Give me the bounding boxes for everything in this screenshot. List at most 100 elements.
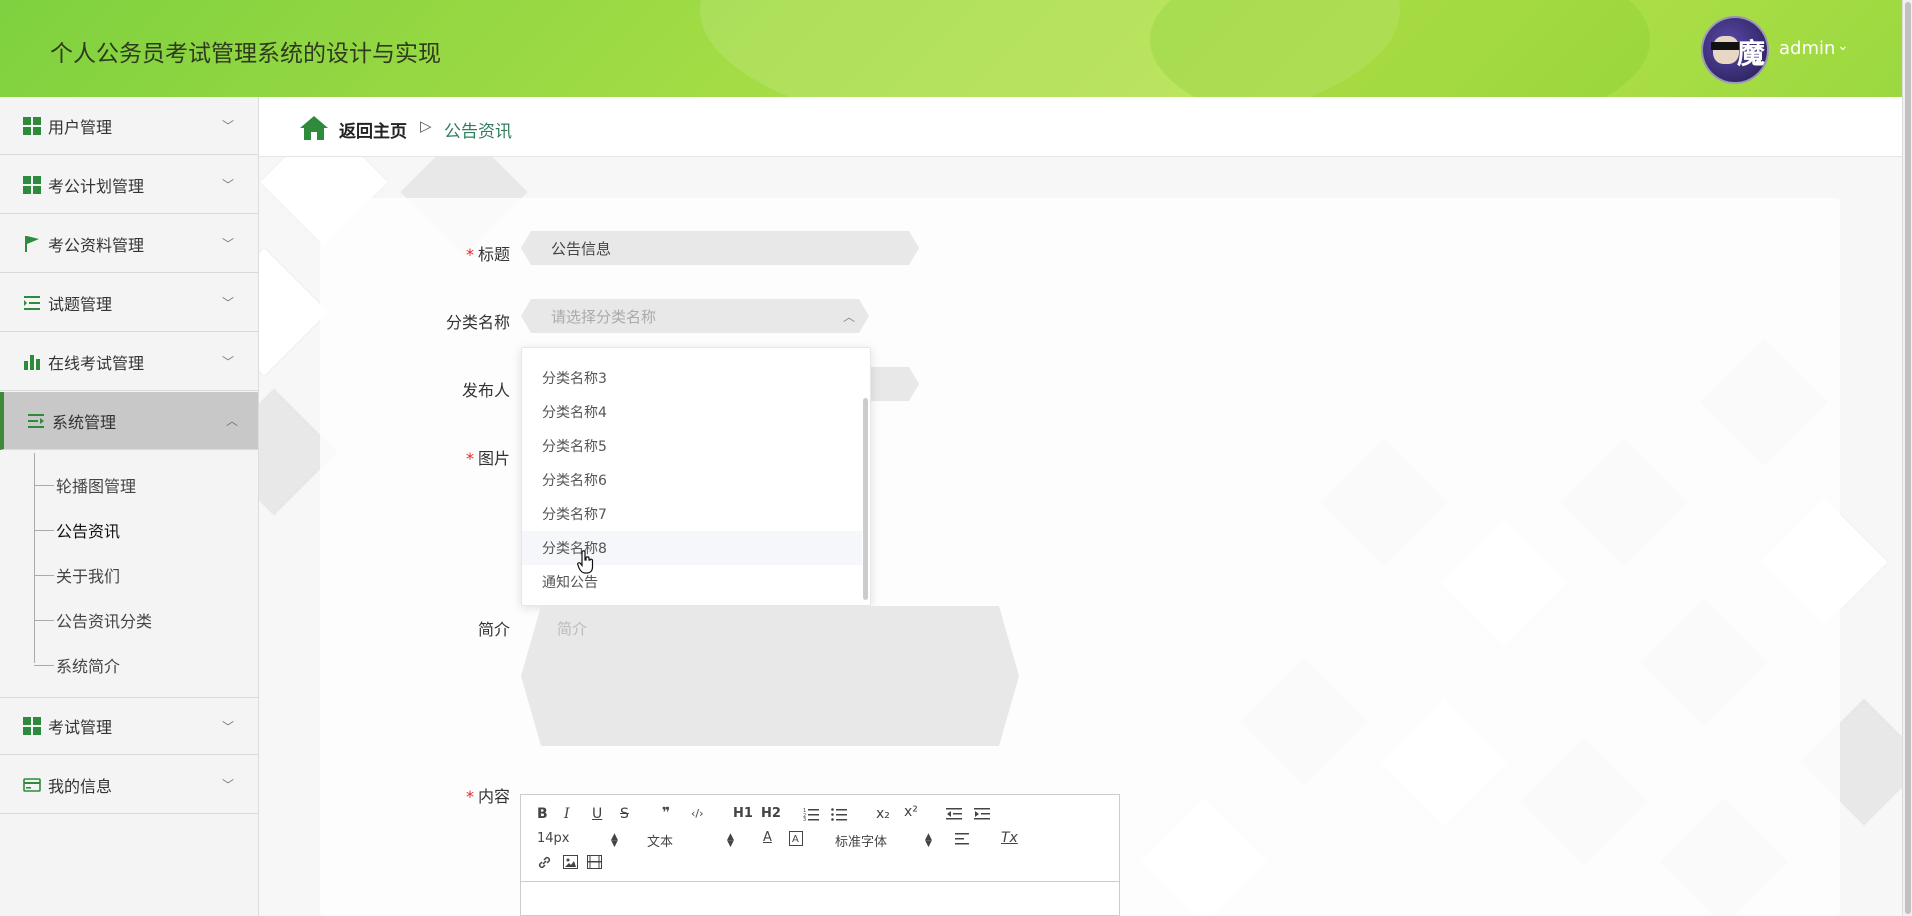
chevron-down-icon: ﹀ [222,178,235,192]
sidebar-item-exam-management[interactable]: 考试管理 ﹀ [0,697,258,755]
avatar-face [1713,36,1739,64]
blockquote-button[interactable]: ❞ [662,804,670,822]
app-title: 个人公务员考试管理系统的设计与实现 [50,41,441,67]
submenu-item-system-intro[interactable]: 系统简介 [34,645,120,685]
intro-label: 简介 [477,620,510,639]
underline-button[interactable]: U [592,805,602,823]
home-icon[interactable] [299,115,329,141]
sidebar-item-online-exam[interactable]: 在线考试管理 ﹀ [0,333,258,391]
submenu-label: 系统简介 [56,657,121,676]
sidebar: 用户管理 ﹀ 考公计划管理 ﹀ 考公资料管理 ﹀ 试题管理 ﹀ 在线考试管理 ﹀… [0,97,259,916]
grid-icon [23,717,41,735]
category-dropdown: 分类名称3 分类名称4 分类名称5 分类名称6 分类名称7 分类名称8 通知公告 [521,347,871,606]
indent-icon[interactable] [974,807,990,821]
dropdown-option[interactable]: 分类名称5 [522,429,862,463]
clear-format-button[interactable]: Tx [1001,829,1018,847]
image-label: * 图片 [465,449,510,468]
ordered-list-icon[interactable]: 123 [803,807,819,821]
chevron-up-icon: ︿ [226,414,239,428]
heading1-button[interactable]: H1 [733,805,753,823]
bold-button[interactable]: B [537,805,548,823]
dropdown-scrollbar[interactable] [863,398,868,600]
bullet-list-icon[interactable] [831,807,847,821]
breadcrumb: 返回主页 ▷ 公告资讯 [259,97,1902,157]
background-color-icon[interactable]: A [789,831,803,846]
submenu-item-about-us[interactable]: 关于我们 [34,555,120,595]
sidebar-item-label: 我的信息 [48,776,113,796]
flag-icon [25,235,39,252]
dropdown-option[interactable]: 分类名称7 [522,497,862,531]
sidebar-item-system-management[interactable]: 系统管理 ︿ [0,392,258,450]
title-input[interactable]: 公告信息 [521,231,919,265]
chevron-up-icon: ︿ [842,309,855,324]
dropdown-option-hovered[interactable]: 分类名称8 [522,531,862,565]
superscript-button[interactable]: x² [904,803,918,821]
link-icon[interactable] [537,855,552,870]
title-label: * 标题 [465,245,510,264]
list-indent-icon [24,295,40,310]
avatar[interactable]: 魔 [1701,16,1769,84]
hand-cursor-icon [577,550,594,574]
svg-text:A: A [792,834,799,845]
sidebar-item-label: 用户管理 [48,117,113,137]
publisher-label: 发布人 [461,381,510,400]
bar-chart-icon [24,354,40,370]
user-menu-name[interactable]: admin [1779,38,1835,59]
page-scrollbar[interactable] [1902,0,1912,916]
scrollbar-thumb[interactable] [1905,2,1911,914]
strike-button[interactable]: S [620,805,629,823]
svg-text:3: 3 [803,817,806,821]
sidebar-item-materials[interactable]: 考公资料管理 ﹀ [0,215,258,273]
card-icon [23,777,41,792]
submenu-item-announcement-category[interactable]: 公告资讯分类 [34,600,152,640]
breadcrumb-separator: ▷ [420,117,432,135]
dropdown-option[interactable]: 通知公告 [522,565,862,599]
grid-icon [23,175,41,194]
submenu-label: 关于我们 [56,567,121,586]
category-label: 分类名称 [445,313,510,332]
rich-text-editor: B I U S ❞ ‹/› H1 H2 123 x₂ x² 14px ▲ ▼ 文本 ▲… [520,794,1120,916]
chevron-down-icon: ﹀ [222,237,235,251]
dropdown-option[interactable]: 分类名称4 [522,395,862,429]
subscript-button[interactable]: x₂ [876,805,890,823]
sidebar-item-user-management[interactable]: 用户管理 ﹀ [0,97,258,155]
heading2-button[interactable]: H2 [761,805,781,823]
category-select[interactable]: 请选择分类名称 ︿ [521,299,869,333]
sidebar-item-label: 考公资料管理 [48,235,145,255]
header-decoration [1150,0,1650,97]
code-button[interactable]: ‹/› [691,805,704,823]
sidebar-item-label: 系统管理 [52,412,117,432]
sidebar-item-label: 试题管理 [48,294,113,314]
category-select-placeholder: 请选择分类名称 [551,307,657,326]
submenu-label: 轮播图管理 [56,477,137,496]
sidebar-item-exam-plan[interactable]: 考公计划管理 ﹀ [0,156,258,214]
grid-icon [23,116,41,135]
sidebar-item-my-info[interactable]: 我的信息 ﹀ [0,756,258,814]
outdent-icon[interactable] [946,807,962,821]
submenu-item-announcements[interactable]: 公告资讯 [34,510,120,550]
submenu-label: 公告资讯分类 [56,612,153,631]
editor-toolbar: B I U S ❞ ‹/› H1 H2 123 x₂ x² 14px ▲ ▼ 文本 ▲… [521,795,1119,882]
submenu-item-carousel[interactable]: 轮播图管理 [34,465,136,505]
dropdown-option[interactable]: 分类名称3 [522,361,862,395]
font-family-select[interactable]: 标准字体 ▲ ▼ [835,831,935,851]
breadcrumb-home-link[interactable]: 返回主页 [339,117,407,142]
breadcrumb-current: 公告资讯 [444,122,512,142]
dropdown-option[interactable]: 分类名称6 [522,463,862,497]
chevron-down-icon[interactable]: ⌄ [1837,38,1849,54]
font-color-button[interactable]: A [763,829,772,847]
italic-button[interactable]: I [564,805,570,823]
chevron-down-icon: ﹀ [222,296,235,310]
image-icon[interactable] [563,855,578,869]
video-icon[interactable] [587,855,602,869]
text-type-select[interactable]: 文本 ▲ ▼ [647,831,735,851]
align-icon[interactable] [955,832,971,846]
font-size-select[interactable]: 14px ▲ ▼ [537,831,625,849]
sidebar-item-questions[interactable]: 试题管理 ﹀ [0,274,258,332]
sidebar-item-label: 在线考试管理 [48,353,145,373]
chevron-down-icon: ﹀ [222,719,235,734]
chevron-down-icon: ﹀ [222,355,235,369]
intro-textarea[interactable]: 简介 [521,606,1019,746]
top-header: 个人公务员考试管理系统的设计与实现 魔 admin ⌄ [0,0,1902,97]
sidebar-item-label: 考试管理 [48,718,113,737]
